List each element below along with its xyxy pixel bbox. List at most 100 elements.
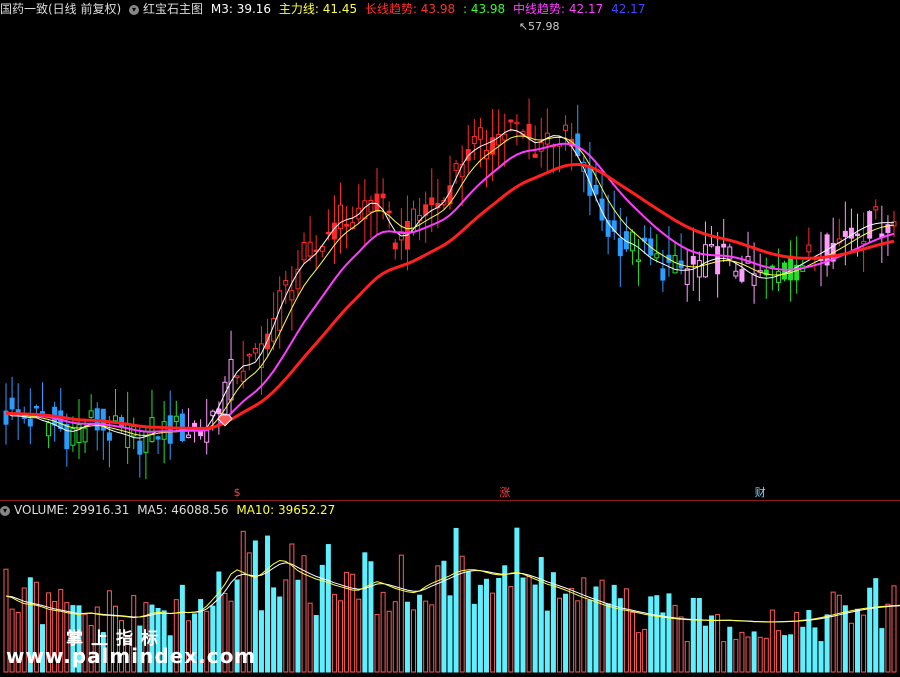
candle-body [173, 415, 179, 423]
volume-bar [368, 561, 374, 673]
candle-body [477, 127, 483, 140]
candle-body [636, 259, 642, 262]
volume-bar [824, 614, 830, 673]
volume-bar [788, 634, 794, 673]
candle-body [660, 268, 666, 281]
volume-ma5: MA5: 46088.56 [137, 503, 229, 517]
volume-bar [623, 588, 629, 673]
volume-bar [325, 544, 331, 673]
volume-bar [502, 565, 508, 673]
candle-body [453, 163, 459, 171]
indicator-name[interactable]: 红宝石主图 [143, 2, 203, 16]
candle-body [782, 262, 788, 280]
mid-trend-extra: 42.17 [611, 2, 646, 16]
volume-bar [283, 579, 289, 673]
volume-bar [605, 603, 611, 673]
signal-marker: $ [234, 486, 241, 499]
candle-body [873, 206, 879, 211]
candle-body [106, 432, 112, 441]
candle-body [344, 224, 350, 227]
volume-bar [362, 552, 368, 673]
volume-bar [386, 610, 392, 673]
volume-bar [477, 584, 483, 673]
long-trend-extra: : 43.98 [462, 2, 506, 16]
volume-bar [836, 594, 842, 673]
volume-bar [380, 591, 386, 673]
volume-bar [636, 632, 642, 673]
volume-bar [483, 578, 489, 673]
volume-bar [544, 610, 550, 673]
volume-ma10: MA10: 39652.27 [236, 503, 336, 517]
volume-bar [520, 577, 526, 673]
volume-bar [411, 609, 417, 673]
candle-body [563, 124, 569, 131]
volume-bar [800, 626, 806, 673]
volume-menu-icon[interactable]: ▾ [0, 505, 10, 516]
candle-body [709, 243, 715, 247]
candle-body [39, 411, 45, 414]
volume-bar [660, 612, 666, 673]
candle-body [733, 270, 739, 277]
candle-body [696, 260, 702, 278]
volume-bar [429, 604, 435, 673]
volume-bar [398, 554, 404, 673]
candle-body [27, 418, 33, 427]
candle-body [137, 440, 143, 455]
volume-bar [550, 572, 556, 673]
volume-bar [526, 575, 532, 673]
candle-body [112, 415, 118, 422]
volume-bar [654, 595, 660, 673]
volume-bar [307, 602, 313, 673]
candle-body [721, 243, 727, 248]
volume-bar [818, 641, 824, 673]
candle-body [532, 153, 538, 158]
volume-bar [295, 579, 301, 673]
candle-body [617, 237, 623, 257]
candle-body [82, 427, 88, 443]
volume-bar [556, 597, 562, 673]
candle-body [192, 422, 198, 428]
volume-bar [751, 631, 757, 673]
candle-body [9, 397, 15, 410]
volume-bar [745, 636, 751, 673]
candle-body [252, 347, 258, 354]
volume-bar [404, 601, 410, 673]
volume-bar [757, 636, 763, 673]
candle-body [715, 246, 721, 275]
candle-body [240, 370, 246, 382]
volume-bar [465, 571, 471, 673]
candle-body [739, 269, 745, 282]
volume-bar [629, 611, 635, 673]
volume-bar [848, 622, 854, 673]
candle-body [46, 422, 52, 437]
candle-body [88, 410, 94, 418]
stock-title[interactable]: 国药一致(日线 前复权) [0, 2, 121, 16]
volume-bar [532, 584, 538, 673]
candle-body [234, 375, 240, 378]
volume-bar [678, 616, 684, 673]
candle-body [672, 254, 678, 274]
candle-body [788, 255, 794, 281]
indicator-menu-icon[interactable]: ▾ [129, 4, 140, 15]
volume-bar [338, 600, 344, 673]
volume-bar [885, 603, 891, 673]
volume-bar [648, 596, 654, 673]
volume-bar [672, 604, 678, 673]
volume-bar [289, 543, 295, 673]
candle-body [502, 133, 508, 141]
candle-body [380, 193, 386, 199]
candle-body [855, 233, 861, 237]
volume-bar [374, 614, 380, 673]
volume-bar [447, 595, 453, 673]
volume-panel-header: ▾ VOLUME: 29916.31 MA5: 46088.56 MA10: 39… [0, 501, 339, 519]
volume-bar [769, 609, 775, 673]
volume-bar [277, 596, 283, 673]
mid-trend-value: 中线趋势: 42.17 [513, 2, 604, 16]
volume-bar [763, 637, 769, 673]
chart-canvas: ↖57.98 $ 涨 财 [0, 0, 900, 677]
volume-bar [842, 605, 848, 673]
volume-bar [587, 599, 593, 673]
candle-body [690, 255, 696, 265]
candle-body [149, 417, 155, 442]
candle-body [246, 353, 252, 357]
